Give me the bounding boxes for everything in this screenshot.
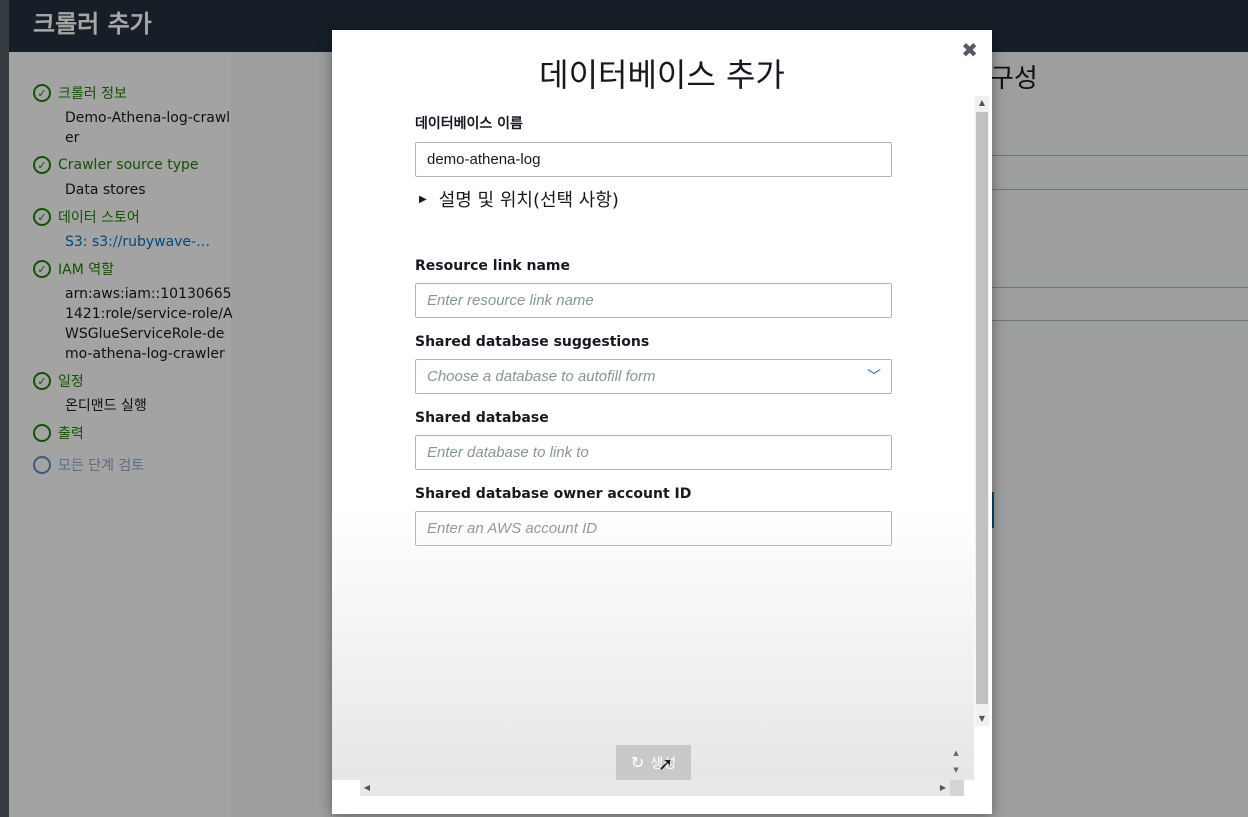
- add-database-modal: 데이터베이스 추가 ✖ 데이터베이스 이름 ▶ 설명 및 위치(선택 사항) R…: [332, 30, 992, 814]
- scrollbar-thumb[interactable]: [976, 112, 988, 704]
- resource-link-label: Resource link name: [415, 258, 571, 274]
- scroll-up-icon[interactable]: ▲: [948, 745, 964, 762]
- shared-suggestions-label: Shared database suggestions: [415, 334, 650, 350]
- shared-database-label: Shared database: [415, 410, 549, 426]
- chevron-down-icon: ﹀: [867, 368, 881, 384]
- owner-account-label: Shared database owner account ID: [415, 486, 692, 502]
- expander-label: 설명 및 위치(선택 사항): [438, 190, 619, 211]
- db-name-input[interactable]: [415, 142, 892, 177]
- scroll-down-icon[interactable]: ▼: [948, 762, 964, 779]
- resource-link-input[interactable]: [415, 283, 892, 318]
- footer-scrollbar[interactable]: ▲ ▼: [948, 745, 964, 780]
- mouse-cursor-icon: ➚: [658, 754, 674, 775]
- shared-suggestions-select[interactable]: Choose a database to autofill form ﹀: [415, 359, 892, 394]
- content-fade: [332, 510, 974, 780]
- add-database-form: 데이터베이스 이름 ▶ 설명 및 위치(선택 사항) Resource link…: [415, 114, 892, 546]
- shared-suggestions-placeholder: Choose a database to autofill form: [427, 368, 656, 385]
- close-icon[interactable]: ✖: [961, 40, 978, 60]
- scroll-right-icon[interactable]: ▶: [936, 780, 950, 796]
- db-name-label: 데이터베이스 이름: [415, 116, 523, 132]
- shared-database-input[interactable]: [415, 435, 892, 470]
- scroll-left-icon[interactable]: ◀: [360, 780, 374, 796]
- vertical-scrollbar[interactable]: ▲ ▼: [975, 96, 989, 726]
- create-button[interactable]: ↻ 생성: [616, 745, 691, 780]
- modal-title: 데이터베이스 추가: [539, 56, 785, 94]
- spinner-icon: ↻: [630, 753, 645, 772]
- caret-right-icon: ▶: [419, 193, 427, 205]
- scroll-up-icon[interactable]: ▲: [975, 96, 989, 110]
- scrollbar-corner: [950, 780, 964, 796]
- horizontal-scrollbar[interactable]: ◀ ▶: [360, 780, 964, 796]
- scroll-down-icon[interactable]: ▼: [975, 712, 989, 726]
- description-location-expander[interactable]: ▶ 설명 및 위치(선택 사항): [415, 188, 892, 211]
